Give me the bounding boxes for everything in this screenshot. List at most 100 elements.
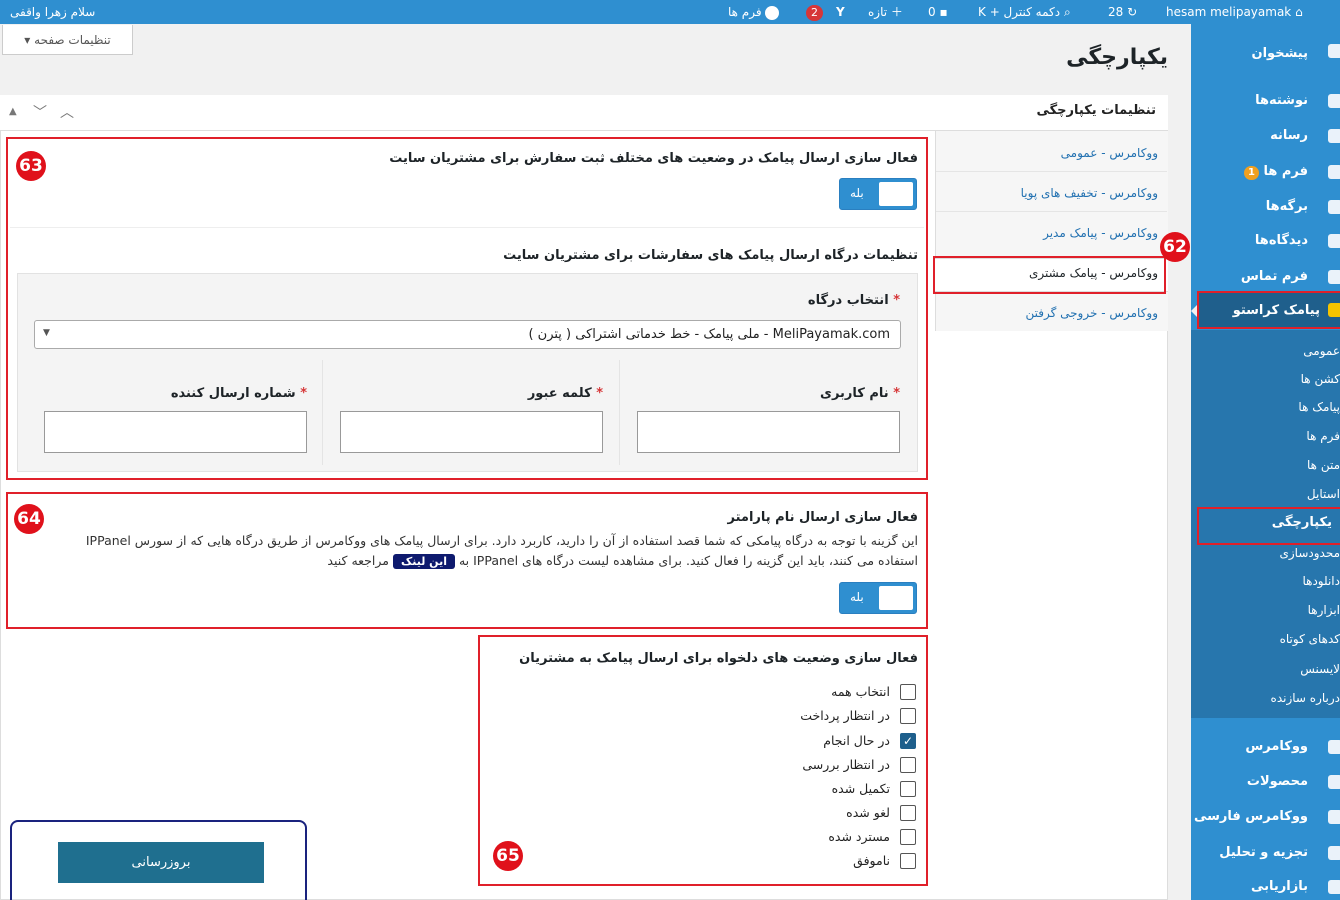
tab-woo-export[interactable]: ووکامرس - خروجی گرفتن [1025,304,1158,322]
sidebar-item-posts[interactable]: نوشته‌ها [1255,91,1308,111]
submenu-license[interactable]: لایسنس [1300,660,1340,678]
sidebar-item-analytics[interactable]: تجزیه و تحلیل [1219,843,1308,863]
highlight-integration [1197,507,1340,545]
submenu-messages[interactable]: پیامک ها [1298,398,1340,416]
section3-title: فعال سازی وضعیت های دلخواه برای ارسال پی… [519,651,918,666]
media-icon [1328,129,1340,143]
annotation-62: 62 [1160,232,1190,262]
new-content-link[interactable]: ＋ تازه [868,0,903,24]
sidebar-item-marketing[interactable]: بازاریابی [1251,877,1308,897]
sidebar-item-media[interactable]: رسانه [1270,126,1308,146]
comments-link[interactable]: ▪ 0 [928,0,948,24]
highlight-sms-plugin [1197,291,1340,329]
section1-toggle[interactable]: بله [839,178,917,210]
submenu-tools[interactable]: ابزارها [1308,601,1340,619]
panel-title: تنظیمات یکپارچگی [1036,103,1156,118]
section2-title: فعال سازی ارسال نام پارامتر [727,510,919,525]
section2-description-line2: استفاده می کنند، باید این گزینه را فعال … [327,553,918,569]
tab-divider [936,211,1167,212]
pin-icon [1328,94,1340,108]
admin-bar: سلام زهرا واقفی فرم ها 2 Y ＋ تازه ▪ 0 ⌕ … [0,0,1340,24]
section2-toggle[interactable]: بله [839,582,917,614]
submenu-forms[interactable]: فرم ها [1306,427,1340,445]
sidebar-item-products[interactable]: محصولات [1247,772,1308,792]
greeting[interactable]: سلام زهرا واقفی [10,0,95,24]
submenu-texts[interactable]: متن ها [1307,456,1340,474]
annotation-63: 63 [16,151,46,181]
gateway-title: تنظیمات درگاه ارسال پیامک های سفارشات بر… [503,248,918,263]
gateway-select[interactable]: MeliPayamak.com - ملی پیامک - خط خدماتی … [34,320,901,349]
search-icon: ⌕ [1063,5,1071,19]
yoast-icon[interactable]: Y [836,0,845,24]
sidebar-item-pages[interactable]: برگه‌ها [1266,197,1308,217]
checkbox[interactable] [900,781,916,797]
tab-woo-dynamic-discount[interactable]: ووکامرس - تخفیف های پویا [1021,184,1158,202]
admin-forms-link[interactable]: فرم ها [728,0,780,24]
checkbox[interactable] [900,684,916,700]
sidebar-item-dashboard[interactable]: پیشخوان [1252,44,1309,64]
comment-icon [1328,234,1340,248]
screen-options-button[interactable]: تنظیمات صفحه ▾ [2,25,133,55]
command-shortcut[interactable]: ⌕ دکمه کنترل + K [978,0,1071,24]
chevron-up-icon[interactable]: ︿ [60,102,74,122]
updates-icon: ↻ [1127,5,1138,19]
submenu-actions[interactable]: کشن ها [1301,370,1340,388]
site-name-link[interactable]: ⌂ hesam melipayamak [1166,0,1303,24]
submenu-downloads[interactable]: دانلودها [1302,572,1340,590]
home-icon: ⌂ [1295,5,1303,19]
username-input[interactable] [637,411,900,453]
mail-icon [1328,270,1340,284]
sidebar-item-comments[interactable]: دیدگاه‌ها [1255,231,1308,251]
checkbox[interactable] [900,708,916,724]
password-input[interactable] [340,411,603,453]
username-label: * نام کاربری [820,386,900,401]
panel-header: تنظیمات یکپارچگی ︿ ﹀ ▲ [0,95,1168,131]
tab-divider [936,171,1167,172]
update-button[interactable]: بروزرسانی [58,842,264,883]
tab-woo-admin-sms[interactable]: ووکامرس - پیامک مدیر [1043,224,1158,242]
woocommerce-farsi-icon [1328,810,1340,824]
sidebar-item-contact-form[interactable]: فرم تماس [1241,267,1308,287]
section1-title: فعال سازی ارسال پیامک در وضعیت های مختلف… [389,151,918,166]
divider [10,227,924,228]
submenu-general[interactable]: عمومی [1303,342,1340,360]
chart-icon [1328,846,1340,860]
submenu-style[interactable]: استایل [1307,485,1340,503]
forms-icon [765,5,780,20]
sidebar-item-woocommerce-farsi[interactable]: ووکامرس فارسی [1194,807,1308,827]
checkbox[interactable] [900,853,916,869]
plus-icon: ＋ [890,5,903,19]
tab-woo-general[interactable]: ووکامرس - عمومی [1061,144,1158,162]
highlight-customer-sms-tab [933,256,1166,294]
submenu-restrictions[interactable]: محدودسازی [1279,544,1340,562]
divider [619,360,620,465]
comment-icon: ▪ [939,5,948,19]
checkbox[interactable] [900,805,916,821]
password-label: * کلمه عبور [527,386,603,401]
tabs-column: ووکامرس - عمومی ووکامرس - تخفیف های پویا… [935,131,1168,331]
sender-number-input[interactable] [44,411,307,453]
sidebar-item-forms[interactable]: فرم ها 1 [1243,162,1308,182]
caret-down-icon: ▼ [43,328,50,338]
toggle-arrow-icon[interactable]: ▲ [9,106,17,117]
sender-number-label: * شماره ارسال کننده [170,386,307,401]
checkbox[interactable] [900,829,916,845]
forms-count-badge: 2 [806,0,823,24]
page-icon [1328,200,1340,214]
ippanel-link[interactable]: این لینک [392,554,455,569]
checkbox-checked[interactable]: ✓ [900,733,916,749]
page-title: یکپارچگی [1066,45,1168,70]
chevron-down-icon: ▾ [24,33,31,47]
annotation-64: 64 [14,504,44,534]
megaphone-icon [1328,880,1340,894]
forms-icon [1328,165,1340,179]
sidebar-menu: پیشخوان نوشته‌ها رسانه فرم ها 1 برگه‌ها … [1191,24,1340,900]
checkbox[interactable] [900,757,916,773]
sidebar-item-woocommerce[interactable]: ووکامرس [1245,737,1308,757]
gateway-select-label: * انتخاب درگاه [807,293,900,308]
updates-link[interactable]: ↻ 28 [1108,0,1137,24]
woocommerce-icon [1328,740,1340,754]
submenu-shortcodes[interactable]: کدهای کوتاه [1280,630,1340,648]
chevron-down-icon[interactable]: ﹀ [33,102,47,122]
submenu-about[interactable]: درباره سازنده [1271,689,1340,707]
